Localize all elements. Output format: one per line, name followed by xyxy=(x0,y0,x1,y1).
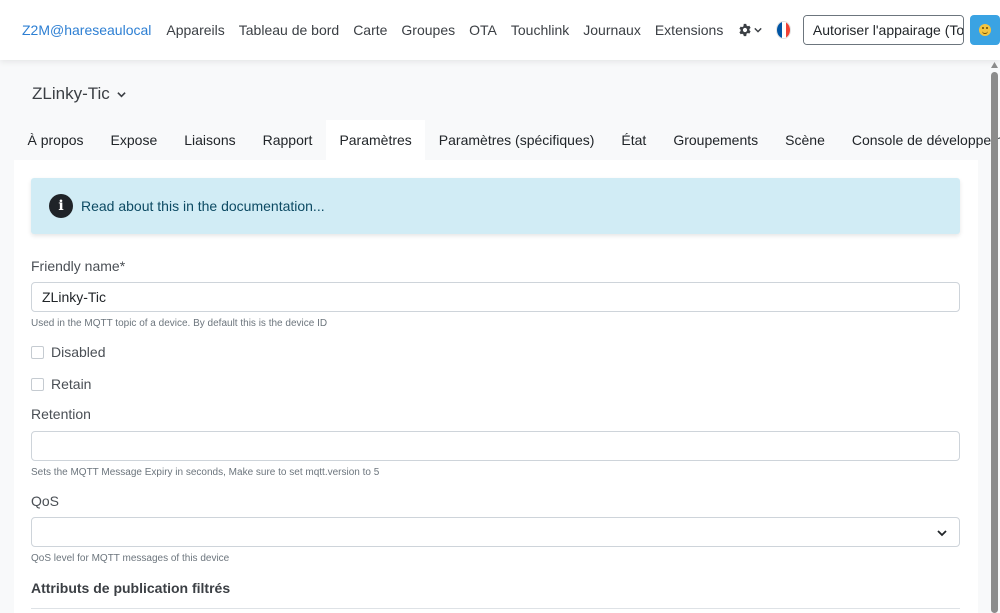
nav-link-ota[interactable]: OTA xyxy=(469,22,497,38)
friendly-name-label: Friendly name* xyxy=(31,258,126,274)
tab-bindings[interactable]: Liaisons xyxy=(171,120,249,160)
chevron-down-icon xyxy=(754,27,763,33)
tab-reporting[interactable]: Rapport xyxy=(249,120,326,160)
tab-state[interactable]: État xyxy=(608,120,660,160)
nav-link-map[interactable]: Carte xyxy=(353,22,387,38)
settings-dropdown[interactable] xyxy=(738,23,763,37)
disabled-checkbox-row: Disabled xyxy=(31,344,105,360)
tab-clusters[interactable]: Groupements xyxy=(660,120,772,160)
retain-checkbox[interactable] xyxy=(31,377,44,391)
nav-link-touchlink[interactable]: Touchlink xyxy=(511,22,569,38)
tab-expose[interactable]: Expose xyxy=(97,120,171,160)
qos-label: QoS xyxy=(31,493,60,509)
permit-join-button[interactable]: Autoriser l'appairage (Tout) xyxy=(803,16,964,44)
page-scrollbar[interactable] xyxy=(991,62,998,613)
top-navbar: Z2M@hareseaulocal Appareils Tableau de b… xyxy=(0,0,1000,60)
filtered-attributes-title: Attributs de publication filtrés xyxy=(31,580,231,596)
device-title-dropdown[interactable]: ZLinky-Tic xyxy=(32,84,126,104)
disabled-label: Disabled xyxy=(51,344,106,360)
tab-about[interactable]: À propos xyxy=(14,120,97,160)
device-tabs: À propos Expose Liaisons Rapport Paramèt… xyxy=(14,120,1000,160)
language-flag-icon[interactable] xyxy=(776,21,791,39)
tab-settings-specific[interactable]: Paramètres (spécifiques) xyxy=(425,120,608,160)
nav-link-dashboard[interactable]: Tableau de bord xyxy=(239,22,339,38)
permit-join-group: Autoriser l'appairage (Tout) xyxy=(802,15,965,45)
brand-link[interactable]: Z2M@hareseaulocal xyxy=(22,22,151,38)
chevron-down-icon xyxy=(117,91,126,97)
nav-link-groups[interactable]: Groupes xyxy=(401,22,455,38)
nav-link-devices[interactable]: Appareils xyxy=(166,22,224,38)
gear-icon xyxy=(739,23,751,37)
friendly-name-help: Used in the MQTT topic of a device. By d… xyxy=(31,318,328,329)
disabled-checkbox[interactable] xyxy=(31,345,44,359)
qos-select[interactable] xyxy=(31,517,960,547)
retain-checkbox-row: Retain xyxy=(31,376,91,392)
nav-link-logs[interactable]: Journaux xyxy=(583,22,641,38)
documentation-alert: i Read about this in the documentation..… xyxy=(31,178,960,234)
theme-toggle-button[interactable] xyxy=(970,15,1000,45)
divider xyxy=(31,608,960,609)
smiley-face-icon xyxy=(979,24,992,36)
info-icon: i xyxy=(49,194,73,218)
retention-help: Sets the MQTT Message Expiry in seconds,… xyxy=(31,467,380,478)
settings-panel: i Read about this in the documentation..… xyxy=(14,160,978,613)
scrollbar-thumb[interactable] xyxy=(991,72,998,613)
tab-settings[interactable]: Paramètres xyxy=(325,120,426,160)
friendly-name-input[interactable]: ZLinky-Tic xyxy=(31,282,960,312)
nav-link-extensions[interactable]: Extensions xyxy=(655,22,723,38)
scroll-up-arrow-icon[interactable] xyxy=(991,62,998,68)
qos-help: QoS level for MQTT messages of this devi… xyxy=(31,553,230,564)
device-title: ZLinky-Tic xyxy=(32,84,110,103)
chevron-down-icon xyxy=(937,530,947,537)
flag-stripe-red xyxy=(785,22,790,38)
retention-input[interactable] xyxy=(31,431,960,461)
tab-scene[interactable]: Scène xyxy=(772,120,839,160)
retention-label: Retention xyxy=(31,406,91,422)
tab-dev-console[interactable]: Console de développement xyxy=(838,120,1000,160)
retain-label: Retain xyxy=(51,376,92,392)
documentation-link[interactable]: Read about this in the documentation... xyxy=(81,198,325,214)
